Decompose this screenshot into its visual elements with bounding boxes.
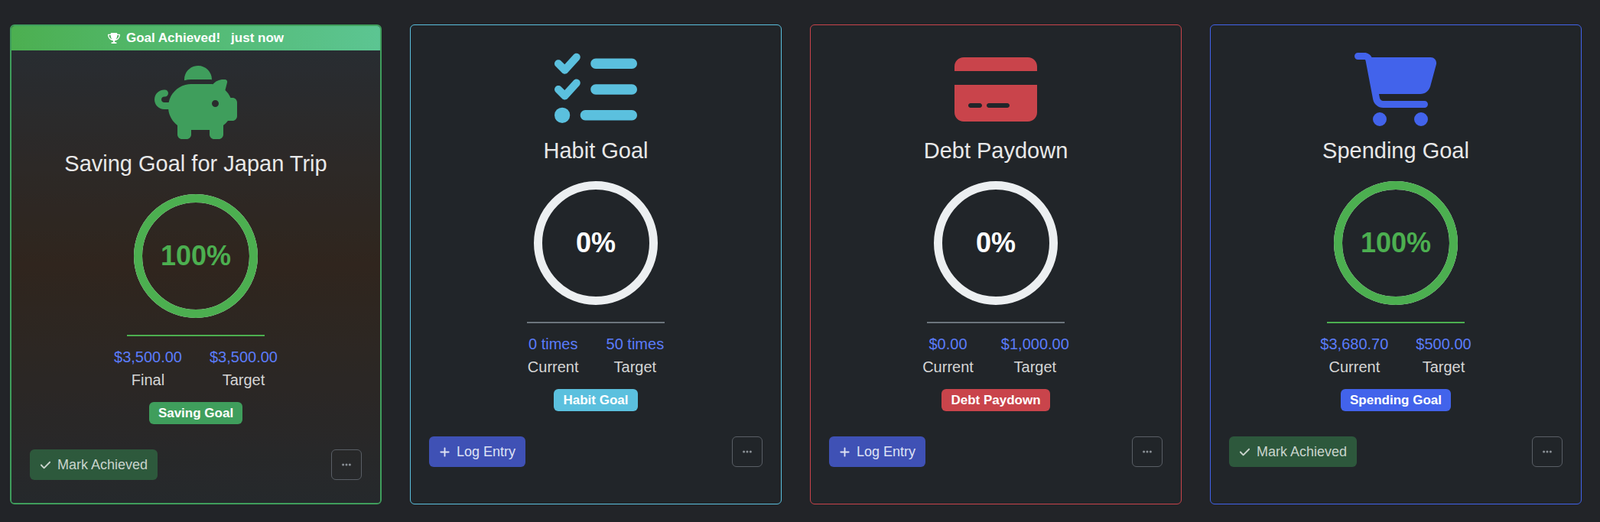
- banner-text: Goal Achieved!: [126, 28, 221, 49]
- credit-card-icon: [954, 48, 1038, 131]
- goal-title: Saving Goal for Japan Trip: [55, 149, 336, 178]
- progress-percent: 100%: [1360, 222, 1431, 264]
- more-button[interactable]: [1531, 436, 1563, 468]
- current-value: $3,500.00: [113, 345, 183, 369]
- more-button[interactable]: [1131, 436, 1163, 468]
- progress-percent: 0%: [975, 222, 1016, 264]
- achieved-banner: Goal Achieved! just now: [11, 26, 381, 51]
- ellipsis-icon: [1541, 446, 1553, 458]
- goal-card: Spending Goal 100% $3,680.70Current $500.00…: [1209, 24, 1582, 505]
- shopping-cart-icon: [1354, 48, 1438, 131]
- current-label: Current: [1329, 355, 1381, 379]
- goals-page: Goal Achieved! just now Saving Goal for Ja…: [0, 0, 1600, 522]
- log-entry-button[interactable]: Log Entry: [429, 436, 526, 468]
- goal-type-badge: Debt Paydown: [941, 389, 1050, 412]
- ellipsis-icon: [341, 459, 352, 471]
- mark-achieved-button[interactable]: Mark Achieved: [1229, 436, 1357, 468]
- banner-time: just now: [230, 28, 284, 49]
- amounts-row: $0.00Current $1,000.00Target: [922, 332, 1070, 379]
- progress-percent: 100%: [160, 235, 231, 277]
- progress-ring: 100%: [1333, 181, 1458, 306]
- goal-card: Habit Goal 0% 0 timesCurrent 50 timesTarget…: [409, 24, 782, 505]
- trophy-icon: [107, 32, 121, 45]
- goal-title: Debt Paydown: [914, 136, 1078, 165]
- progress-ring: 0%: [533, 181, 658, 306]
- check-icon: [39, 459, 52, 472]
- current-value: $3,680.70: [1320, 332, 1389, 356]
- goal-title: Habit Goal: [533, 136, 657, 165]
- progress-ring: 100%: [133, 194, 258, 319]
- amounts-row: $3,500.00Final$3,500.00Target: [113, 345, 278, 392]
- plus-icon: [839, 446, 851, 459]
- amounts-row: $3,680.70Current $500.00Target: [1320, 332, 1471, 379]
- target-value: $500.00: [1415, 332, 1471, 356]
- goal-type-badge: Saving Goal: [149, 402, 243, 425]
- target-value: $3,500.00: [209, 345, 278, 369]
- divider: [526, 321, 665, 324]
- target-label: Target: [1014, 355, 1057, 379]
- plus-icon: [439, 446, 451, 459]
- target-label: Target: [222, 368, 266, 392]
- target-value: 50 times: [606, 332, 665, 356]
- amounts-row: 0 timesCurrent 50 timesTarget: [527, 332, 664, 379]
- divider: [1326, 321, 1465, 324]
- current-label: Current: [922, 355, 974, 379]
- divider: [126, 334, 265, 337]
- goal-card: Goal Achieved! just now Saving Goal for Ja…: [9, 24, 382, 505]
- piggy-bank-icon: [154, 61, 238, 144]
- current-label: Current: [527, 355, 579, 379]
- current-label: Final: [131, 368, 165, 392]
- check-icon: [1239, 446, 1251, 459]
- goal-type-badge: Spending Goal: [1340, 389, 1451, 412]
- goal-title: Spending Goal: [1313, 136, 1479, 165]
- ellipsis-icon: [741, 446, 753, 458]
- ellipsis-icon: [1141, 446, 1153, 458]
- more-button[interactable]: [731, 436, 763, 468]
- progress-ring: 0%: [933, 181, 1058, 306]
- more-button[interactable]: [331, 449, 362, 481]
- goal-card: Debt Paydown 0% $0.00Current $1,000.00Targe…: [809, 24, 1182, 505]
- target-label: Target: [1422, 355, 1466, 379]
- target-label: Target: [614, 355, 657, 379]
- checklist-icon: [554, 48, 638, 131]
- log-entry-button[interactable]: Log Entry: [829, 436, 926, 468]
- mark-achieved-button[interactable]: Mark Achieved: [29, 449, 158, 481]
- goal-type-badge: Habit Goal: [553, 389, 638, 412]
- current-value: 0 times: [528, 332, 578, 356]
- goals-grid: Goal Achieved! just now Saving Goal for Ja…: [9, 24, 1582, 505]
- progress-percent: 0%: [575, 222, 616, 264]
- target-value: $1,000.00: [1001, 332, 1070, 356]
- current-value: $0.00: [928, 332, 967, 356]
- divider: [926, 321, 1065, 324]
